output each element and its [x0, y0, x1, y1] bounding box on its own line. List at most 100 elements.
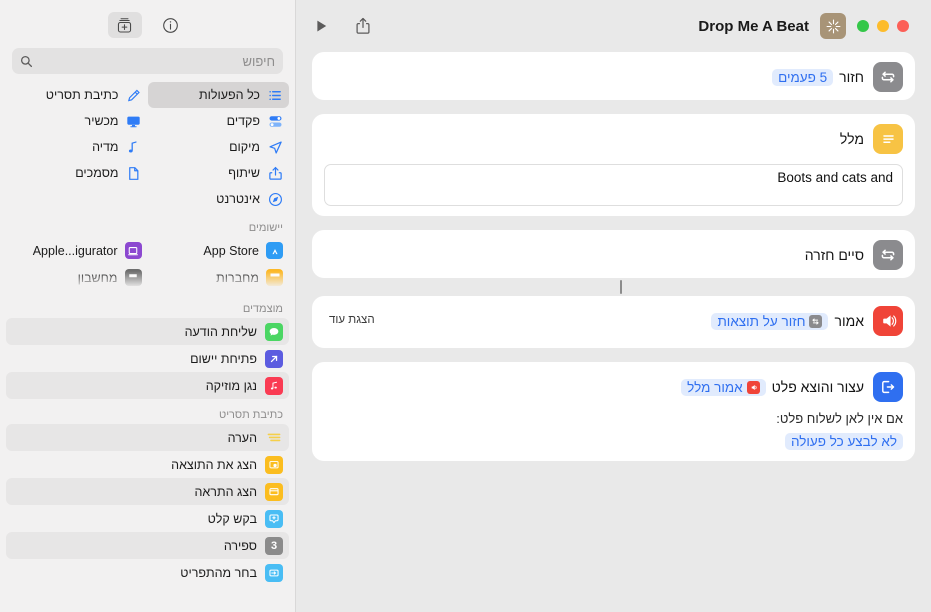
close-button[interactable] [897, 20, 909, 32]
repeat-icon [809, 314, 823, 328]
sidebar-item-scripting[interactable]: כתיבת תסריט [6, 82, 148, 108]
sidebar-item-label: אינטרנט [216, 192, 260, 206]
sidebar-item-sharing[interactable]: שיתוף [148, 160, 290, 186]
sidebar-item-controls[interactable]: פקדים [148, 108, 290, 134]
list-item-label: בחר מהתפריט [180, 565, 257, 580]
list-item[interactable]: הצג התראה [6, 478, 289, 505]
sidebar-item-location[interactable]: מיקום [148, 134, 290, 160]
action-text: אמור חזור על תוצאות [324, 312, 864, 330]
list-item-label: מחשבון [77, 270, 118, 285]
no-action-link-row: לא לבצע כל פעולה [324, 433, 903, 450]
show-more-link[interactable]: הצגת עוד [329, 314, 375, 326]
list-item[interactable]: הצג את התוצאה [6, 451, 289, 478]
list-item-label: נגן מוזיקה [205, 378, 257, 393]
flow-connector [620, 280, 622, 294]
action-text: סיים חזרה [324, 247, 864, 263]
maximize-button[interactable] [857, 20, 869, 32]
shortcut-glyph-icon[interactable] [820, 13, 846, 39]
list-item[interactable]: בקש קלט [6, 505, 289, 532]
action-card-repeat[interactable]: חזור 5 פעמים [312, 52, 915, 100]
sidebar-toolbar [0, 0, 295, 46]
sidebar-item-internet[interactable]: אינטרנט [148, 186, 290, 212]
repeat-icon [873, 240, 903, 270]
list-item[interactable]: בחר מהתפריט [6, 559, 289, 586]
traffic-lights [857, 20, 909, 32]
list-item[interactable]: שליחת הודעה [6, 318, 289, 345]
sidebar-item-label: כתיבת תסריט [45, 88, 119, 102]
action-card-text[interactable]: מלל Boots and cats and [312, 114, 915, 216]
list-item[interactable]: מחשבון [6, 264, 148, 291]
messages-icon [265, 322, 283, 341]
list-item[interactable]: פתיחת יישום [6, 345, 289, 372]
list-item[interactable]: נגן מוזיקה [6, 372, 289, 399]
section-header-applications: יישומים [248, 222, 283, 234]
sidebar-item-media[interactable]: מדיה [6, 134, 148, 160]
add-action-button[interactable] [107, 12, 142, 38]
list-item-label: מחברות [216, 270, 259, 285]
action-card-speak-text[interactable]: אמור חזור על תוצאות הצגת עוד [312, 296, 915, 348]
list-item[interactable]: App Store [148, 237, 290, 264]
action-label: עצור והוצא פלט [771, 379, 864, 395]
choose-menu-icon [265, 563, 283, 582]
speak-text-pill[interactable]: אמור מלל [681, 378, 766, 396]
list-bullet-icon [267, 87, 283, 103]
list-item[interactable]: Apple...igurator [6, 237, 148, 264]
list-item-label: App Store [203, 243, 259, 258]
list-item[interactable]: הערה [6, 424, 289, 451]
sidebar-item-label: מדיה [92, 140, 119, 154]
music-icon [265, 376, 283, 395]
search-field[interactable]: חיפוש [12, 48, 283, 74]
sidebar-item-label: כל הפעולות [199, 88, 260, 102]
scripting-icon [126, 87, 142, 103]
action-label: אמור [834, 313, 864, 329]
comment-lines-icon [265, 429, 283, 447]
controls-icon [267, 113, 283, 129]
play-button[interactable] [314, 18, 329, 34]
location-arrow-icon [267, 139, 283, 155]
search-placeholder: חיפוש [242, 53, 275, 69]
info-button[interactable] [154, 12, 188, 38]
stop-output-subtext: אם אין לאן לשלוח פלט: [776, 411, 903, 426]
document-icon [126, 165, 142, 181]
display-icon [126, 113, 142, 129]
show-alert-icon [265, 482, 283, 501]
action-text: מלל [324, 131, 864, 147]
speaker-wave-icon [873, 306, 903, 336]
list-item-label: הצג את התוצאה [171, 457, 257, 472]
minimize-button[interactable] [877, 20, 889, 32]
list-item[interactable]: 3 ספירה [6, 532, 289, 559]
pinned-list: שליחת הודעה פתיחת יישום נגן מוזיקה [0, 318, 295, 399]
repeat-count-pill[interactable]: 5 פעמים [772, 68, 834, 86]
count-icon: 3 [265, 536, 283, 555]
apple-configurator-icon [124, 242, 142, 259]
section-header-pinned: מוצמדים [242, 303, 283, 315]
action-card-stop-output[interactable]: עצור והוצא פלט אמור מלל אם אין לאן לשלוח… [312, 362, 915, 461]
text-input-field[interactable]: Boots and cats and [324, 164, 903, 206]
sidebar-item-all-actions[interactable]: כל הפעולות [147, 82, 289, 108]
action-label: סיים חזרה [804, 247, 864, 263]
sidebar-scroll-area[interactable]: כל הפעולות כתיבת תסריט פקדים מכשיר מיקום… [0, 82, 295, 612]
sidebar-item-label: מיקום [229, 140, 260, 154]
sidebar-item-device[interactable]: מכשיר [6, 108, 148, 134]
shortcuts-window: חיפוש כל הפעולות כתיבת תסריט פקדים מכשיר… [0, 0, 931, 612]
sidebar-item-documents[interactable]: מסמכים [6, 160, 148, 186]
text-lines-icon [873, 124, 903, 154]
share-button[interactable] [355, 17, 371, 35]
pill-label: אמור מלל [687, 379, 743, 395]
sidebar-item-label: מסמכים [75, 166, 119, 180]
repeat-icon [873, 62, 903, 92]
applications-list: App Store Apple...igurator מחברות מחשבון [0, 237, 295, 293]
stop-output-icon [873, 372, 903, 402]
notes-icon [266, 269, 283, 286]
calculator-icon [124, 269, 142, 286]
speaker-wave-icon [746, 380, 760, 394]
list-item[interactable]: מחברות [148, 264, 290, 291]
action-card-end-repeat[interactable]: סיים חזרה [312, 230, 915, 294]
repeat-results-pill[interactable]: חזור על תוצאות [711, 312, 829, 330]
no-action-link[interactable]: לא לבצע כל פעולה [784, 433, 903, 450]
action-flow[interactable]: חזור 5 פעמים מלל Boots and cats and סיים… [296, 52, 931, 612]
sidebar-item-label: פקדים [226, 114, 260, 128]
section-header-scripting: כתיבת תסריט [219, 409, 283, 421]
list-item-label: ספירה [223, 538, 257, 553]
list-item-label: הערה [227, 430, 257, 445]
